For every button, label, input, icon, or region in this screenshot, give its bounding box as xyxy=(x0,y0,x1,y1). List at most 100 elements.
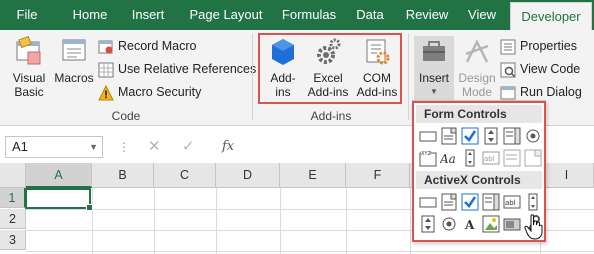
tab-formulas[interactable]: Formulas xyxy=(274,0,344,30)
excel-addins-label: Excel Add-ins xyxy=(307,71,349,99)
relative-references-icon xyxy=(98,62,114,78)
column-divider xyxy=(280,188,281,254)
tab-file[interactable]: File xyxy=(6,0,48,30)
visual-basic-icon xyxy=(16,35,41,65)
column-header-c[interactable]: C xyxy=(154,163,216,188)
addins-label: Add-ins xyxy=(270,71,296,99)
column-header-e[interactable]: E xyxy=(280,163,346,188)
properties-label: Properties xyxy=(520,39,577,53)
form-group-box-icon[interactable]: XYZ xyxy=(419,149,437,167)
activex-scroll-bar-icon[interactable] xyxy=(524,193,542,211)
activex-toggle-button-icon[interactable] xyxy=(503,215,521,233)
tab-data[interactable]: Data xyxy=(350,0,390,30)
visual-basic-label: Visual Basic xyxy=(12,71,46,99)
visual-basic-button[interactable]: Visual Basic xyxy=(4,35,54,99)
form-checkbox-icon[interactable] xyxy=(461,127,479,145)
activex-text-box-icon[interactable]: abl xyxy=(503,193,521,211)
design-mode-label: Design Mode xyxy=(458,71,496,99)
activex-image-icon[interactable] xyxy=(482,215,500,233)
name-box[interactable]: A1 ▼ xyxy=(5,136,103,158)
row-header-3[interactable]: 3 xyxy=(0,230,26,250)
chevron-down-icon: ▼ xyxy=(430,87,438,96)
tab-home[interactable]: Home xyxy=(64,0,116,30)
activex-controls-header: ActiveX Controls xyxy=(416,171,542,189)
tab-view[interactable]: View xyxy=(462,0,502,30)
form-spin-button-icon[interactable] xyxy=(482,127,500,145)
cancel-icon[interactable]: ✕ xyxy=(148,136,161,158)
excel-addins-gear-icon xyxy=(317,38,341,64)
row-header-1[interactable]: 1 xyxy=(0,188,26,208)
run-dialog-label: Run Dialog xyxy=(520,85,582,99)
enter-check-icon[interactable]: ✓ xyxy=(182,136,195,158)
run-dialog-icon xyxy=(500,86,516,100)
view-code-icon xyxy=(500,62,516,78)
form-controls-header: Form Controls xyxy=(416,105,542,123)
column-divider xyxy=(92,188,93,254)
column-divider xyxy=(216,188,217,254)
addins-button[interactable]: Add-ins xyxy=(264,36,302,99)
design-mode-icon xyxy=(465,39,489,63)
active-cell-a1[interactable] xyxy=(25,188,93,211)
properties-icon xyxy=(500,39,516,55)
column-header-d[interactable]: D xyxy=(216,163,280,188)
macro-security-button[interactable]: Macro Security xyxy=(98,83,201,101)
com-addins-icon xyxy=(366,39,390,65)
svg-text:A: A xyxy=(464,218,475,232)
activex-list-box-icon[interactable] xyxy=(482,193,500,211)
activex-combo-box-icon[interactable] xyxy=(440,193,458,211)
form-combo-drop-down-edit-icon[interactable] xyxy=(524,149,542,167)
form-option-button-icon[interactable] xyxy=(524,127,542,145)
use-relative-references-button[interactable]: Use Relative References xyxy=(98,60,256,78)
view-code-button[interactable]: View Code xyxy=(500,60,580,78)
insert-function-icon[interactable]: fx xyxy=(222,136,234,158)
form-combo-list-edit-icon[interactable] xyxy=(503,149,521,167)
formula-buttons: ⋮ ✕ ✓ fx xyxy=(118,136,248,158)
activex-option-button-icon[interactable] xyxy=(440,215,458,233)
kebab-menu-icon[interactable]: ⋮ xyxy=(118,136,130,158)
name-box-value: A1 xyxy=(12,139,28,154)
run-dialog-button[interactable]: Run Dialog xyxy=(500,83,582,101)
design-mode-button[interactable]: Design Mode xyxy=(456,36,498,99)
form-label-icon[interactable]: Aa xyxy=(440,149,458,167)
record-macro-button[interactable]: Record Macro xyxy=(98,37,197,55)
macros-label: Macros xyxy=(54,71,94,85)
column-header-a[interactable]: A xyxy=(26,163,92,188)
column-header-f[interactable]: F xyxy=(346,163,410,188)
properties-button[interactable]: Properties xyxy=(500,37,577,55)
insert-label: Insert xyxy=(418,71,449,85)
form-combo-box-icon[interactable] xyxy=(440,127,458,145)
ribbon-tab-bar: File Home Insert Page Layout Formulas Da… xyxy=(0,0,594,30)
com-addins-button[interactable]: COM Add-ins xyxy=(354,36,400,99)
tab-review[interactable]: Review xyxy=(400,0,454,30)
form-button-control-icon[interactable] xyxy=(419,127,437,145)
addins-group-label: Add-ins xyxy=(310,109,352,123)
warning-icon xyxy=(98,84,114,101)
column-header-b[interactable]: B xyxy=(92,163,154,188)
tab-insert[interactable]: Insert xyxy=(122,0,174,30)
macros-button[interactable]: Macros xyxy=(52,36,96,85)
activex-command-button-icon[interactable] xyxy=(419,193,437,211)
select-all-corner[interactable] xyxy=(0,163,26,188)
activex-checkbox-icon[interactable] xyxy=(461,193,479,211)
record-macro-label: Record Macro xyxy=(118,39,197,53)
form-text-field-icon[interactable]: abl xyxy=(482,149,500,167)
ribbon-separator xyxy=(408,34,409,120)
chevron-down-icon[interactable]: ▼ xyxy=(89,137,98,157)
tab-developer[interactable]: Developer xyxy=(510,2,592,30)
excel-addins-button[interactable]: Excel Add-ins xyxy=(304,36,352,99)
form-list-box-icon[interactable] xyxy=(503,127,521,145)
row-header-2[interactable]: 2 xyxy=(0,209,26,229)
insert-controls-button[interactable]: Insert ▼ xyxy=(414,36,454,106)
tab-page-layout[interactable]: Page Layout xyxy=(182,0,270,30)
svg-text:abl: abl xyxy=(484,155,495,163)
hand-cursor-icon xyxy=(524,214,543,240)
activex-label-icon[interactable]: A xyxy=(461,215,479,233)
use-relative-references-label: Use Relative References xyxy=(118,62,257,76)
row-divider xyxy=(26,251,594,252)
column-header-i[interactable]: I xyxy=(540,163,594,188)
svg-text:abl: abl xyxy=(505,199,516,207)
column-divider xyxy=(410,188,411,254)
form-scroll-bar-icon[interactable] xyxy=(461,149,479,167)
column-divider xyxy=(346,188,347,254)
activex-spin-button-icon[interactable] xyxy=(419,215,437,233)
